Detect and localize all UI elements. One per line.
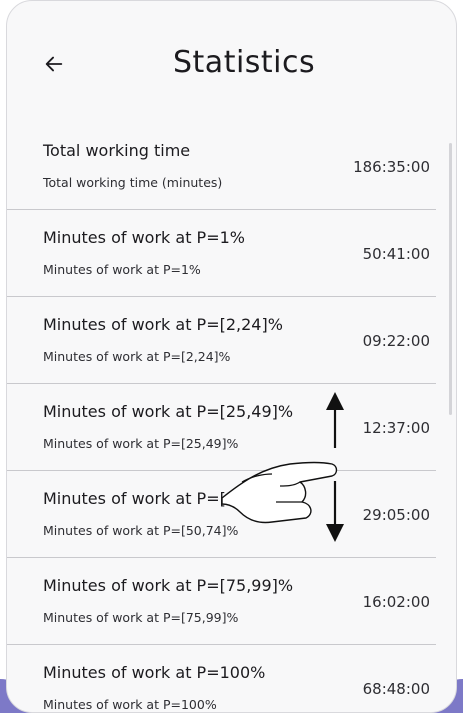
stat-subtitle: Minutes of work at P=1%	[43, 262, 201, 277]
stat-subtitle: Minutes of work at P=[2,24]%	[43, 349, 231, 364]
stat-value: 68:48:00	[362, 680, 430, 698]
stat-title: Minutes of work at P=[75,99]%	[43, 576, 294, 595]
stat-title: Minutes of work at P=[25,49]%	[43, 402, 294, 421]
stat-subtitle: Minutes of work at P=[75,99]%	[43, 610, 239, 625]
stat-value: 186:35:00	[353, 158, 430, 176]
stat-row-p50-74[interactable]: Minutes of work at P=[50,74]% Minutes of…	[7, 471, 436, 558]
back-button[interactable]	[37, 47, 71, 81]
stat-row-total[interactable]: Total working time Total working time (m…	[7, 123, 436, 210]
stat-value: 29:05:00	[362, 506, 430, 524]
stat-row-p75-99[interactable]: Minutes of work at P=[75,99]% Minutes of…	[7, 558, 436, 645]
stat-title: Minutes of work at P=100%	[43, 663, 266, 682]
statistics-screen: Statistics Total working time Total work…	[6, 0, 457, 713]
stat-title: Total working time	[43, 141, 191, 160]
stat-subtitle: Minutes of work at P=100%	[43, 697, 217, 712]
stat-row-p2-24[interactable]: Minutes of work at P=[2,24]% Minutes of …	[7, 297, 436, 384]
stat-value: 50:41:00	[362, 245, 430, 263]
stat-row-p100[interactable]: Minutes of work at P=100% Minutes of wor…	[7, 645, 436, 712]
stat-subtitle: Minutes of work at P=[25,49]%	[43, 436, 239, 451]
stat-row-p1[interactable]: Minutes of work at P=1% Minutes of work …	[7, 210, 436, 297]
stat-row-p25-49[interactable]: Minutes of work at P=[25,49]% Minutes of…	[7, 384, 436, 471]
stat-title: Minutes of work at P=[2,24]%	[43, 315, 283, 334]
top-app-bar: Statistics	[7, 1, 456, 121]
stat-value: 12:37:00	[362, 419, 430, 437]
stat-value: 09:22:00	[362, 332, 430, 350]
stat-subtitle: Total working time (minutes)	[43, 175, 223, 190]
stat-value: 16:02:00	[362, 593, 430, 611]
stat-subtitle: Minutes of work at P=[50,74]%	[43, 523, 239, 538]
stat-title: Minutes of work at P=1%	[43, 228, 245, 247]
statistics-list: Total working time Total working time (m…	[7, 123, 456, 712]
stat-title: Minutes of work at P=[50,74]%	[43, 489, 294, 508]
arrow-left-icon	[45, 56, 63, 72]
page-title: Statistics	[173, 45, 316, 80]
